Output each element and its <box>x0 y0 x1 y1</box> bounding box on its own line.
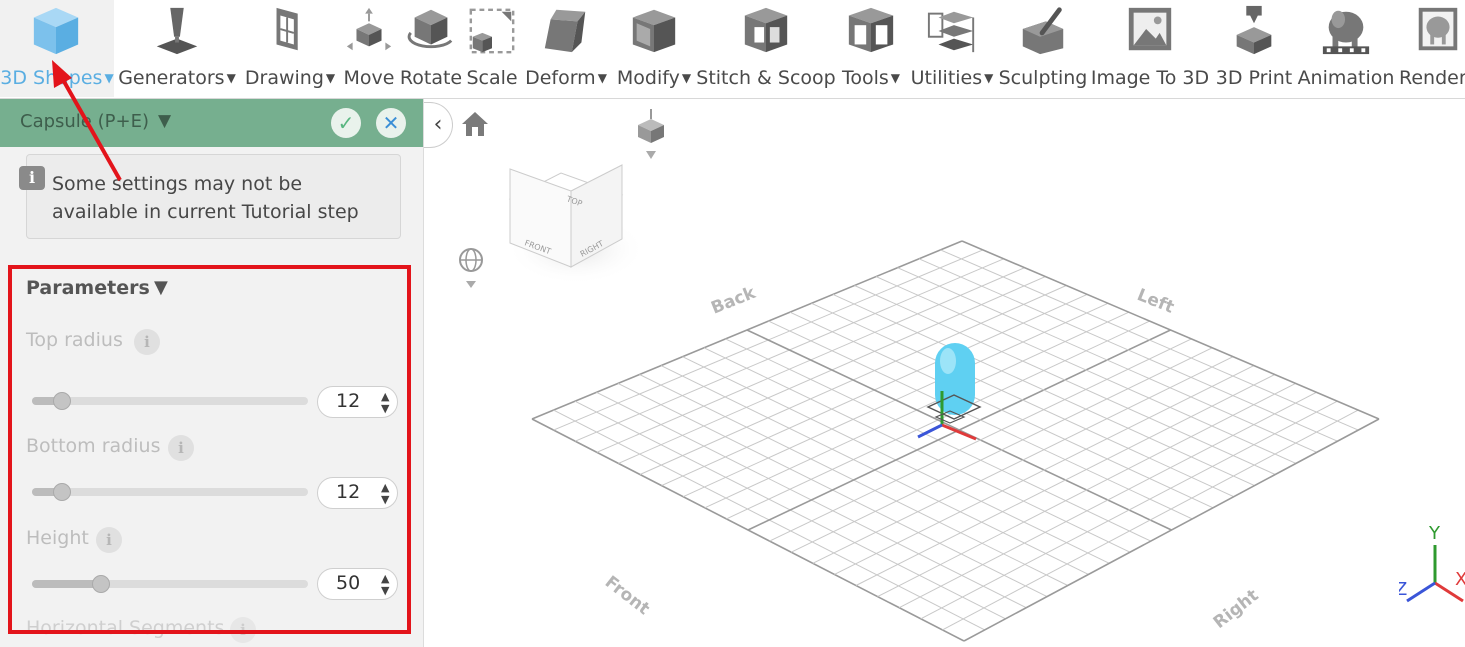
3d-print-icon <box>1236 5 1272 55</box>
tools-icon <box>848 7 894 53</box>
tool-sculpting[interactable]: Sculpting <box>998 0 1088 97</box>
tool-tools[interactable]: Tools ▼ <box>836 0 906 97</box>
animation-icon <box>1322 10 1370 55</box>
tool-generators[interactable]: Generators ▼ <box>114 0 240 97</box>
tool-scale[interactable]: Scale <box>464 0 520 97</box>
tool-3d-print[interactable]: 3D Print <box>1212 0 1296 97</box>
chevron-left-icon: ‹ <box>433 112 443 137</box>
chevron-down-icon: ▼ <box>104 71 114 85</box>
tool-label: Move <box>343 67 395 89</box>
chevron-down-icon: ▼ <box>984 71 994 85</box>
notice-text: Some settings may not be available in cu… <box>52 173 359 223</box>
chevron-down-icon: ▼ <box>226 71 236 85</box>
tool-drawing[interactable]: Drawing ▼ <box>240 0 340 97</box>
tool-label: Stitch & Scoop <box>696 67 836 89</box>
chevron-down-icon: ▼ <box>681 71 692 85</box>
grid-line <box>920 400 1338 620</box>
tool-label: 3D Shapes <box>0 67 103 89</box>
cube-icon <box>33 7 79 55</box>
grid-label-right: Right <box>1210 586 1263 633</box>
tool-label: Deform <box>525 67 596 89</box>
deform-icon <box>544 9 586 53</box>
chevron-down-icon[interactable]: ▼ <box>158 111 171 131</box>
x-axis-label: X <box>1455 569 1465 590</box>
tool-label: Rotate <box>399 67 463 89</box>
tool-stitch-scoop[interactable]: Stitch & Scoop <box>696 0 836 97</box>
axis-gizmo: Y Z X <box>1399 523 1465 603</box>
render-icon <box>1418 7 1458 51</box>
image-to-3d-icon <box>1128 7 1172 51</box>
tool-rotate[interactable]: Rotate <box>398 0 464 97</box>
grid-line <box>942 409 1359 631</box>
grid-line <box>898 391 1317 609</box>
tool-image-to-3d[interactable]: Image To 3D <box>1088 0 1212 97</box>
tool-label: Image To 3D <box>1090 67 1210 89</box>
cancel-button[interactable]: ✕ <box>376 108 406 138</box>
tool-utilities[interactable]: Utilities ▼ <box>906 0 998 97</box>
grid-line <box>918 258 1338 442</box>
chevron-down-icon: ▼ <box>597 71 607 85</box>
confirm-button[interactable]: ✓ <box>331 108 361 138</box>
tool-label: Utilities <box>910 67 983 89</box>
chevron-down-icon: ▼ <box>890 71 901 85</box>
tool-label: Modify <box>616 67 680 89</box>
main-toolbar: 3D Shapes▼ Generators▼ Drawing▼ Move <box>0 0 1465 99</box>
tool-label: Generators <box>118 67 225 89</box>
tool-3d-shapes[interactable]: 3D Shapes ▼ <box>0 0 114 97</box>
grid-line <box>961 240 1380 420</box>
tool-label: 3D Print <box>1215 67 1293 89</box>
generator-icon <box>156 7 198 55</box>
tutorial-notice: i Some settings may not be available in … <box>19 154 401 239</box>
move-icon <box>346 7 392 51</box>
chevron-down-icon: ▼ <box>325 71 336 85</box>
drawing-icon <box>276 7 298 51</box>
tool-animation[interactable]: Animation <box>1296 0 1396 97</box>
utilities-icon <box>927 11 975 53</box>
tool-label: Animation <box>1297 67 1395 89</box>
tool-render[interactable]: Render <box>1396 0 1465 97</box>
grid-line <box>963 418 1380 642</box>
rotate-icon <box>407 9 453 49</box>
grid-label-left: Left <box>1134 285 1177 318</box>
view-cube[interactable]: TOP FRONT RIGHT <box>494 129 654 289</box>
grid-label-back: Back <box>708 283 759 319</box>
z-axis-label: Z <box>1399 579 1407 600</box>
tool-label: Scale <box>466 67 518 89</box>
3d-viewport[interactable]: Back Left Front Right ‹ TOP FRONT RIGHT … <box>424 99 1465 647</box>
parameters-highlight-box <box>8 265 411 634</box>
globe-icon[interactable] <box>457 247 485 291</box>
tool-label: Render <box>1399 67 1465 89</box>
tool-label: Drawing <box>244 67 324 89</box>
grid-line <box>940 249 1359 431</box>
sculpting-icon <box>1022 7 1064 55</box>
tool-label: Sculpting <box>998 67 1088 89</box>
properties-panel: Capsule (P+E) ▼ ✓ ✕ i Some settings may … <box>0 99 424 647</box>
info-icon: i <box>19 166 45 190</box>
tool-modify[interactable]: Modify ▼ <box>612 0 696 97</box>
tool-move[interactable]: Move <box>340 0 398 97</box>
scale-icon <box>469 8 515 54</box>
modify-icon <box>632 9 676 53</box>
panel-title[interactable]: Capsule (P+E) <box>20 111 149 132</box>
tool-label: Tools <box>841 67 889 89</box>
stitch-icon <box>744 7 788 53</box>
panel-header: Capsule (P+E) ▼ ✓ ✕ <box>0 99 423 147</box>
tool-deform[interactable]: Deform ▼ <box>520 0 612 97</box>
grid-label-front: Front <box>601 572 653 619</box>
y-axis-label: Y <box>1428 523 1441 544</box>
home-icon[interactable] <box>460 109 490 139</box>
